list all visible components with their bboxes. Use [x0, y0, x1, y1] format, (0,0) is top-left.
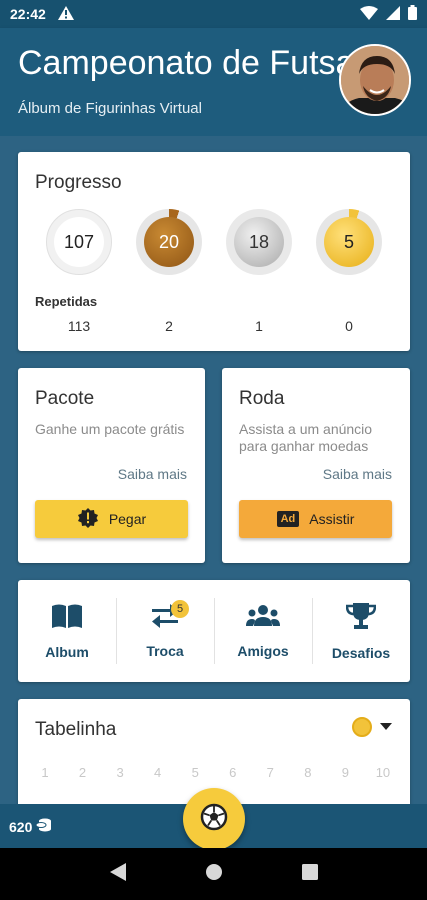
group-icon — [246, 604, 280, 633]
back-icon[interactable] — [109, 862, 126, 886]
app-title: Campeonato de Futsal — [18, 44, 348, 82]
coins-balance[interactable]: 620 — [9, 818, 52, 835]
round-3[interactable]: 3 — [110, 765, 130, 780]
pacote-description: Ganhe um pacote grátis — [35, 421, 185, 437]
rounds-row: 1 2 3 4 5 6 7 8 9 10 — [35, 765, 393, 780]
repeated-label: Repetidas — [35, 294, 98, 309]
caret-down-icon — [380, 718, 392, 736]
ad-icon: Ad — [276, 511, 300, 527]
roda-card: Roda Assista a um anúncio para ganhar mo… — [222, 368, 410, 563]
silver-count: 18 — [234, 217, 284, 267]
wifi-icon — [360, 5, 378, 23]
nav-album[interactable]: Album — [18, 580, 116, 682]
nav-desafios[interactable]: Desafios — [312, 580, 410, 682]
round-9[interactable]: 9 — [335, 765, 355, 780]
round-10[interactable]: 10 — [373, 765, 393, 780]
app-header: Campeonato de Futsal Álbum de Figurinhas… — [0, 28, 427, 136]
silver-ring[interactable]: 18 — [226, 209, 292, 275]
shortcut-nav: Album 5 Troca Amigos Desafios — [18, 580, 410, 682]
avatar[interactable] — [339, 44, 411, 116]
round-4[interactable]: 4 — [148, 765, 168, 780]
progress-card: Progresso 107 20 18 5 Repetidas 113 2 1 … — [18, 152, 410, 351]
total-ring[interactable]: 107 — [46, 209, 112, 275]
round-8[interactable]: 8 — [298, 765, 318, 780]
status-time: 22:42 — [10, 6, 46, 22]
round-2[interactable]: 2 — [73, 765, 93, 780]
round-5[interactable]: 5 — [185, 765, 205, 780]
assistir-button[interactable]: Ad Assistir — [239, 500, 392, 538]
round-6[interactable]: 6 — [223, 765, 243, 780]
home-icon[interactable] — [205, 863, 223, 886]
total-count: 107 — [54, 217, 104, 267]
coins-count: 620 — [9, 818, 33, 835]
round-7[interactable]: 7 — [260, 765, 280, 780]
nav-album-label: Album — [45, 643, 89, 660]
pacote-card: Pacote Ganhe um pacote grátis Saiba mais… — [18, 368, 205, 563]
pegar-label: Pegar — [108, 511, 147, 527]
status-bar: 22:42 — [0, 0, 427, 28]
roda-title: Roda — [239, 388, 285, 409]
troca-badge: 5 — [171, 600, 189, 618]
repeated-silver: 1 — [255, 318, 263, 334]
pegar-button[interactable]: Pegar — [35, 500, 188, 538]
coin-icon — [352, 717, 372, 737]
assistir-label: Assistir — [309, 511, 355, 527]
gold-ring[interactable]: 5 — [316, 209, 382, 275]
alert-icon — [77, 507, 99, 532]
progress-title: Progresso — [35, 172, 122, 193]
bronze-ring[interactable]: 20 — [136, 209, 202, 275]
nav-amigos[interactable]: Amigos — [214, 580, 312, 682]
system-nav-bar — [0, 848, 427, 900]
repeated-gold: 0 — [345, 318, 353, 334]
roda-description: Assista a um anúncio para ganhar moedas — [239, 421, 373, 454]
signal-icon — [386, 5, 400, 23]
repeated-total: 113 — [67, 318, 91, 334]
book-icon — [51, 603, 83, 634]
coin-dropdown[interactable] — [352, 717, 392, 737]
bronze-count: 20 — [144, 217, 194, 267]
recents-icon[interactable] — [301, 863, 318, 885]
nav-troca-label: Troca — [146, 642, 184, 659]
nav-desafios-label: Desafios — [331, 644, 391, 661]
trophy-icon — [345, 602, 377, 635]
main-content[interactable]: Progresso 107 20 18 5 Repetidas 113 2 1 … — [0, 136, 427, 804]
warning-icon — [57, 5, 74, 23]
play-match-button[interactable] — [183, 788, 245, 850]
nav-troca[interactable]: 5 Troca — [116, 580, 214, 682]
round-1[interactable]: 1 — [35, 765, 55, 780]
coin-stack-icon — [35, 818, 52, 835]
soccer-ball-icon — [200, 803, 228, 836]
app-subtitle: Álbum de Figurinhas Virtual — [18, 100, 202, 117]
repeated-bronze: 2 — [165, 318, 173, 334]
battery-icon — [408, 5, 417, 23]
pacote-more-link[interactable]: Saiba mais — [118, 466, 187, 482]
roda-more-link[interactable]: Saiba mais — [323, 466, 392, 482]
tabelinha-title: Tabelinha — [35, 719, 117, 740]
gold-count: 5 — [324, 217, 374, 267]
pacote-title: Pacote — [35, 388, 95, 409]
nav-amigos-label: Amigos — [237, 642, 289, 659]
